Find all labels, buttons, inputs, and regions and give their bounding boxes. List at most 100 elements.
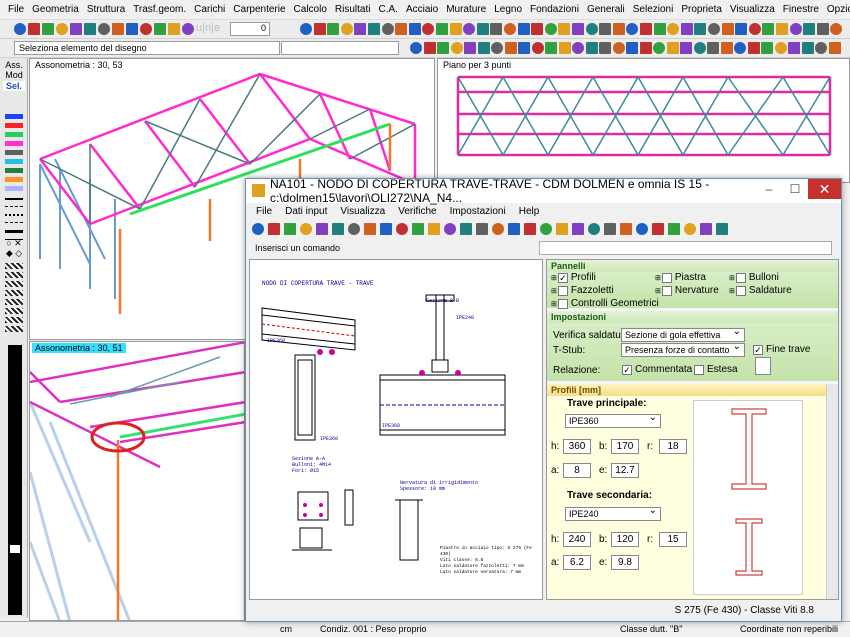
toolbar-icon[interactable] <box>667 23 680 35</box>
toolbar-icon[interactable] <box>636 223 648 235</box>
toolbar-icon[interactable] <box>803 23 816 35</box>
toolbar-icon[interactable] <box>653 23 666 35</box>
sel-button[interactable]: Sel. <box>3 81 25 91</box>
checkbox-box[interactable]: ✓ <box>753 344 763 355</box>
line-style[interactable] <box>5 214 23 216</box>
menu-item[interactable]: Fondazioni <box>526 4 583 15</box>
toolbar-icon[interactable] <box>761 42 773 54</box>
toolbar-icon[interactable] <box>477 42 490 54</box>
toolbar-icon[interactable] <box>492 223 504 235</box>
line-style[interactable] <box>5 222 23 223</box>
menu-item[interactable]: Calcolo <box>290 4 331 15</box>
toolbar-icon[interactable] <box>412 223 424 235</box>
toolbar-icon[interactable] <box>449 23 462 35</box>
toolbar-icon[interactable] <box>504 42 517 54</box>
toolbar-icon[interactable] <box>531 23 544 35</box>
nervature-checkbox[interactable]: ⊞ Nervature <box>655 285 719 296</box>
piastra-checkbox[interactable]: ⊞ Piastra <box>655 272 706 283</box>
toolbar-icon[interactable] <box>708 23 720 35</box>
toolbar-icon[interactable] <box>524 223 536 235</box>
pattern-swatch[interactable] <box>5 281 23 287</box>
toolbar-icon[interactable] <box>640 23 652 35</box>
toolbar-icon[interactable] <box>98 23 110 35</box>
menu-item[interactable]: Carichi <box>190 4 229 15</box>
checkbox-box[interactable] <box>661 272 672 283</box>
toolbar-icon[interactable] <box>816 23 829 35</box>
report-icon[interactable] <box>755 357 771 375</box>
color-swatch[interactable] <box>5 177 23 182</box>
toolbar-icon[interactable] <box>126 23 138 35</box>
toolbar-icon[interactable] <box>395 23 408 35</box>
color-swatch[interactable] <box>5 114 23 119</box>
toolbar-icon[interactable] <box>776 23 788 35</box>
color-swatch[interactable] <box>5 141 23 146</box>
toolbar-icon[interactable] <box>556 223 568 235</box>
pattern-swatch[interactable] <box>5 308 23 314</box>
menu-item[interactable]: C.A. <box>374 4 401 15</box>
toolbar-icon[interactable] <box>444 223 456 235</box>
fazzoletti-checkbox[interactable]: ⊞ Fazzoletti <box>551 285 614 296</box>
toolbar-icon[interactable] <box>410 42 422 54</box>
toolbar-icon[interactable] <box>300 23 312 35</box>
checkbox-box[interactable]: ✓ <box>622 364 632 375</box>
toolbar-icon[interactable] <box>545 42 557 54</box>
toolbar-icon[interactable] <box>268 223 280 235</box>
toolbar-icon[interactable] <box>747 42 760 54</box>
menu-item[interactable]: Carpenterie <box>229 4 289 15</box>
menu-item[interactable]: Selezioni <box>629 4 678 15</box>
toolbar-icon[interactable] <box>84 23 96 35</box>
toolbar-icon[interactable] <box>517 23 530 35</box>
toolbar-icon[interactable] <box>588 223 600 235</box>
toolbar-icon[interactable] <box>408 23 421 35</box>
toolbar-icon[interactable] <box>182 23 194 35</box>
toolbar-icon[interactable] <box>476 223 488 235</box>
checkbox-box[interactable] <box>694 364 704 375</box>
menu-item[interactable]: Acciaio <box>402 4 442 15</box>
toolbar-icon[interactable] <box>327 23 340 35</box>
b1-field[interactable]: 170 <box>611 439 639 454</box>
pattern-swatch[interactable] <box>5 299 23 305</box>
pattern-swatch[interactable] <box>5 326 23 332</box>
zoom-axonometric-view[interactable]: Assonometria : 30, 51 <box>29 341 245 621</box>
plan-view[interactable]: Piano per 3 punti <box>437 58 850 183</box>
toolbar-icon[interactable] <box>463 23 476 35</box>
toolbar-icon[interactable] <box>476 23 489 35</box>
point-style-icon[interactable]: ◆ ◇ <box>3 248 25 259</box>
secondaria-select[interactable]: IPE240 <box>565 505 661 521</box>
toolbar-icon[interactable] <box>612 23 625 35</box>
toolbar-icon[interactable] <box>684 223 696 235</box>
dialog-title-bar[interactable]: NA101 - NODO DI COPERTURA TRAVE-TRAVE - … <box>246 177 841 205</box>
toolbar-icon[interactable] <box>252 223 264 235</box>
menu-item[interactable]: Murature <box>442 4 490 15</box>
principale-select[interactable]: IPE360 <box>565 412 661 428</box>
toolbar-icon[interactable] <box>368 23 380 35</box>
dialog-menu-item[interactable]: Verifiche <box>398 206 436 217</box>
ass-button[interactable]: Ass. <box>3 60 25 70</box>
panel-scrollbar[interactable] <box>826 384 838 599</box>
toolbar-icon[interactable] <box>572 223 584 235</box>
drawing-sheet[interactable]: NODO DI COPERTURA TRAVE - TRAVE Sezione … <box>249 259 543 600</box>
a2-field[interactable]: 6.2 <box>563 555 591 570</box>
color-swatch[interactable] <box>5 168 23 173</box>
toolbar-icon[interactable] <box>700 223 712 235</box>
menu-item[interactable]: Geometria <box>28 4 83 15</box>
zoom-slider[interactable] <box>8 345 22 615</box>
color-swatch[interactable] <box>5 132 23 137</box>
pattern-swatch[interactable] <box>5 263 23 269</box>
slider-knob[interactable] <box>10 545 20 553</box>
toolbar-icon[interactable] <box>464 42 476 54</box>
a1-field[interactable]: 8 <box>563 463 591 478</box>
toolbar-icon[interactable] <box>620 223 632 235</box>
saldature-checkbox[interactable]: ⊞ Saldature <box>729 285 792 296</box>
toolbar-icon[interactable] <box>491 42 503 54</box>
b2-field[interactable]: 120 <box>611 532 639 547</box>
toolbar-icon[interactable] <box>599 23 612 35</box>
toolbar-icon[interactable] <box>56 23 68 35</box>
toolbar-icon[interactable] <box>774 42 787 54</box>
r1-field[interactable]: 18 <box>659 439 687 454</box>
toolbar-icon[interactable] <box>70 23 82 35</box>
estesa-checkbox[interactable]: Estesa <box>694 364 738 375</box>
color-swatch[interactable] <box>5 159 23 164</box>
toolbar-icon[interactable] <box>604 223 616 235</box>
menu-item[interactable]: Generali <box>583 4 629 15</box>
